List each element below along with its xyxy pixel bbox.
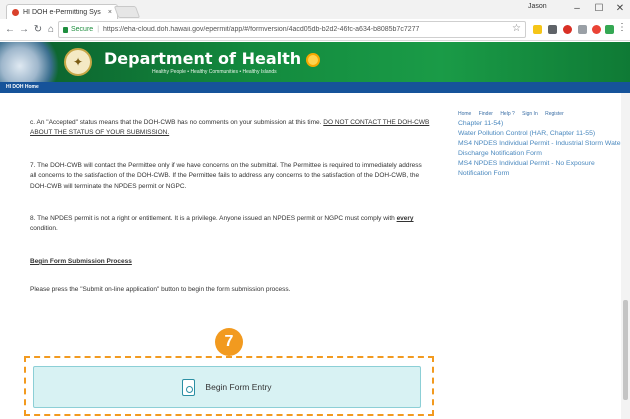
section-heading: Begin Form Submission Process xyxy=(30,257,132,265)
extension-icon[interactable] xyxy=(563,25,572,34)
privilege-suffix: condition. xyxy=(30,225,58,233)
sign-in-link[interactable]: Sign In xyxy=(522,111,538,117)
favicon-icon xyxy=(12,8,19,16)
finder-link[interactable]: Finder xyxy=(479,111,493,117)
status-paragraph: c. An "Accepted" status means that the D… xyxy=(30,118,430,139)
address-bar[interactable]: Secure | https://eha-cloud.doh.hawaii.go… xyxy=(58,21,526,38)
site-title-text: Department of Health xyxy=(104,49,302,68)
site-navbar: HI DOH Home xyxy=(0,82,630,93)
extension-icon[interactable] xyxy=(605,25,614,34)
browser-menu-icon[interactable]: ⋮ xyxy=(617,22,627,33)
window-user-name[interactable]: Jason xyxy=(528,3,547,10)
begin-form-entry-button[interactable]: Begin Form Entry xyxy=(33,366,421,408)
home-icon[interactable]: ⌂ xyxy=(44,22,58,38)
extension-icon[interactable] xyxy=(592,25,601,34)
close-window-icon[interactable]: ✕ xyxy=(611,1,629,17)
back-icon[interactable]: ← xyxy=(3,22,17,38)
hibiscus-icon xyxy=(306,52,321,67)
status-text: c. An "Accepted" status means that the D… xyxy=(30,119,324,126)
site-title[interactable]: Department of Health xyxy=(104,49,321,68)
secure-label: Secure xyxy=(71,26,94,33)
nav-home-link[interactable]: HI DOH Home xyxy=(6,84,39,90)
document-icon xyxy=(182,378,196,396)
step-badge: 7 xyxy=(215,328,243,356)
privilege-emphasis: every xyxy=(396,215,414,223)
tab-title: HI DOH e-Permitting Sys xyxy=(23,8,101,16)
browser-tab[interactable]: HI DOH e-Permitting Sys × xyxy=(6,4,118,19)
address-separator: | xyxy=(97,26,100,33)
site-tagline: Healthy People • Healthy Communities • H… xyxy=(152,69,277,75)
browser-tabstrip: HI DOH e-Permitting Sys × Jason – ☐ ✕ xyxy=(0,0,630,19)
tab-close-icon[interactable]: × xyxy=(108,9,112,16)
top-links: Home Finder Help ? Sign In Register xyxy=(458,111,570,117)
url-text: https://eha-cloud.doh.hawaii.gov/epermit… xyxy=(103,26,420,33)
instruction-text: Please press the "Submit on-line applica… xyxy=(30,286,291,294)
help-link[interactable]: Help ? xyxy=(500,111,514,117)
extension-icon[interactable] xyxy=(533,25,542,34)
new-tab-button[interactable] xyxy=(113,6,141,18)
browser-toolbar: ← → ↻ ⌂ Secure | https://eha-cloud.doh.h… xyxy=(0,19,630,41)
begin-form-entry-label: Begin Form Entry xyxy=(205,382,272,392)
bookmark-star-icon[interactable]: ☆ xyxy=(512,23,521,34)
form-link[interactable]: Water Pollution Control (HAR, Chapter 11… xyxy=(458,129,628,139)
form-list: Chapter 11-54) Water Pollution Control (… xyxy=(458,119,628,179)
main-content: c. An "Accepted" status means that the D… xyxy=(30,118,430,318)
forward-icon[interactable]: → xyxy=(17,22,31,38)
register-link[interactable]: Register xyxy=(545,111,564,117)
form-link[interactable]: MS4 NPDES Individual Permit - No Exposur… xyxy=(458,159,628,179)
form-link[interactable]: Chapter 11-54) xyxy=(458,119,628,129)
privilege-paragraph: 8. The NPDES permit is not a right or en… xyxy=(30,214,430,235)
site-header: ✦ Department of Health Healthy People • … xyxy=(0,42,630,82)
scrollbar-thumb[interactable] xyxy=(623,300,628,400)
privilege-text: 8. The NPDES permit is not a right or en… xyxy=(30,215,397,223)
extension-icon[interactable] xyxy=(578,25,587,34)
reload-icon[interactable]: ↻ xyxy=(31,22,45,38)
minimize-icon[interactable]: – xyxy=(568,1,586,17)
maximize-icon[interactable]: ☐ xyxy=(590,1,608,17)
lock-icon xyxy=(63,26,68,33)
contact-paragraph: 7. The DOH-CWB will contact the Permitte… xyxy=(30,161,422,190)
home-link[interactable]: Home xyxy=(458,111,471,117)
extension-icon[interactable] xyxy=(548,25,557,34)
form-link[interactable]: MS4 NPDES Individual Permit - Industrial… xyxy=(458,139,628,159)
header-image xyxy=(0,42,66,82)
state-seal-icon: ✦ xyxy=(64,48,92,76)
